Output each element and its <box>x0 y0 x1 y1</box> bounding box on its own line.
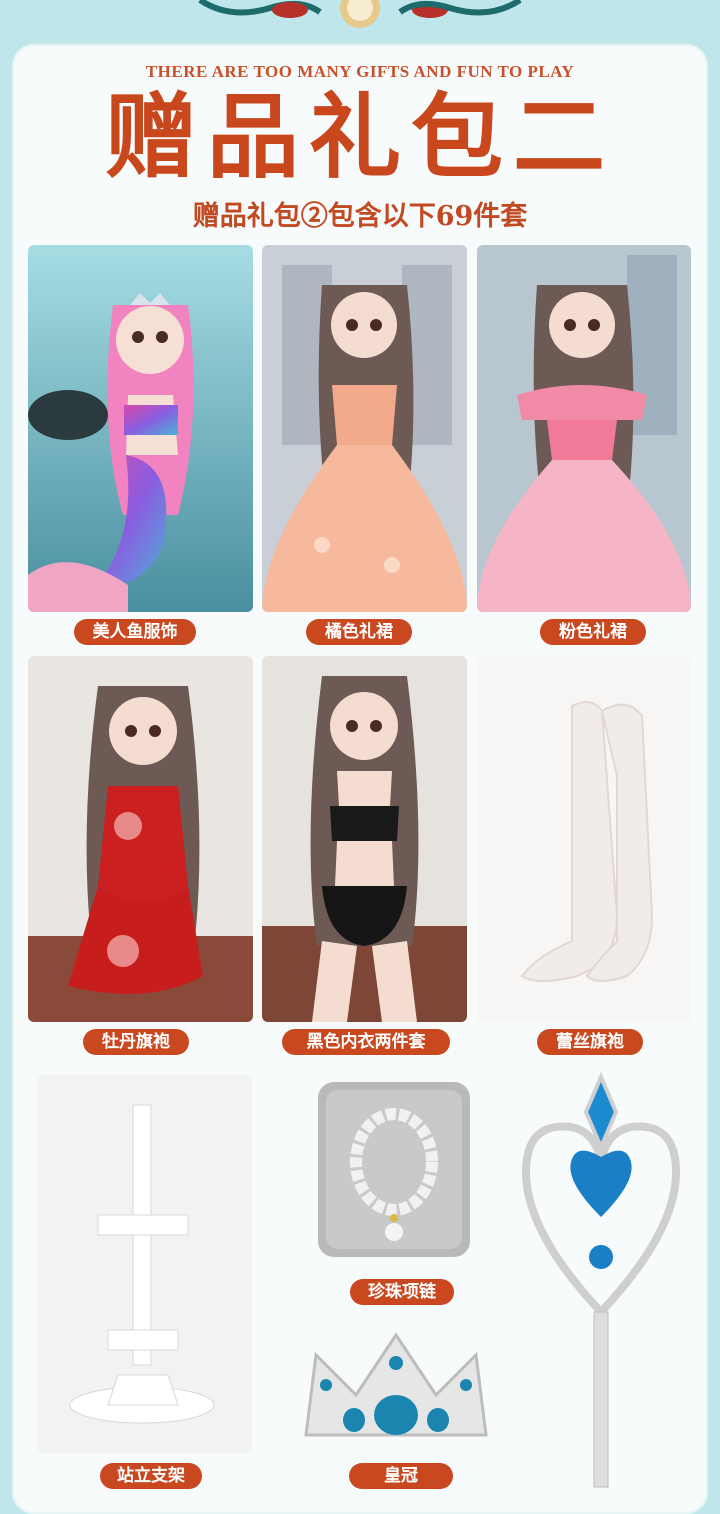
item-label: 美人鱼服饰 <box>74 619 196 645</box>
crown-photo <box>296 1325 496 1455</box>
subtitle-en: THERE ARE TOO MANY GIFTS AND FUN TO PLAY <box>145 62 575 81</box>
pink-gown-doll-photo <box>477 245 691 612</box>
item-label: 黑色内衣两件套 <box>282 1029 450 1055</box>
top-ornament <box>198 0 522 28</box>
item-label: 橘色礼裙 <box>306 619 412 645</box>
item-label: 粉色礼裙 <box>540 619 646 645</box>
item-label: 皇冠 <box>349 1463 453 1489</box>
item-label: 站立支架 <box>100 1463 202 1489</box>
mermaid-doll-photo <box>28 245 253 612</box>
item-label: 珍珠项链 <box>350 1279 454 1305</box>
magic-wand-photo <box>516 1072 686 1492</box>
peony-qipao-doll-photo <box>28 656 253 1022</box>
orange-gown-doll-photo <box>262 245 467 612</box>
lace-stockings-photo <box>477 656 691 1022</box>
black-underwear-doll-photo <box>262 656 467 1022</box>
item-label: 牡丹旗袍 <box>83 1029 189 1055</box>
doll-stand-photo <box>38 1075 252 1453</box>
item-label: 蕾丝旗袍 <box>537 1029 643 1055</box>
pearl-necklace-photo <box>318 1082 470 1257</box>
package-description: 赠品礼包②包含以下69件套 <box>192 201 528 232</box>
page-title: 赠品礼包二 <box>104 83 615 191</box>
